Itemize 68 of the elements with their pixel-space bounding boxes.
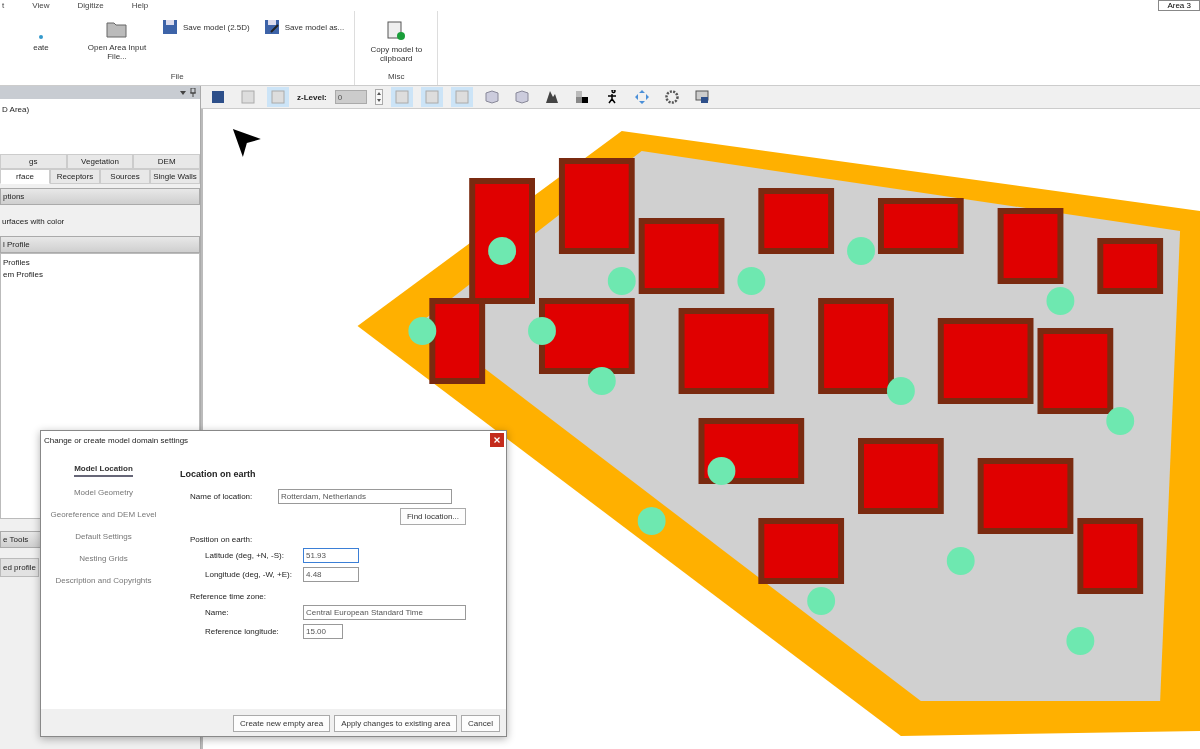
tab[interactable]: ed profile xyxy=(0,558,39,577)
clipboard-icon xyxy=(385,19,408,41)
screen-icon xyxy=(694,90,709,104)
menu-item[interactable]: View xyxy=(32,1,50,10)
ribbon-group: Copy model to clipboard Misc xyxy=(355,11,439,85)
tab[interactable]: Receptors xyxy=(50,169,100,184)
cube-icon xyxy=(514,90,529,104)
dropdown-icon[interactable] xyxy=(180,90,186,95)
dot-icon xyxy=(39,35,43,39)
input-field[interactable]: Rotterdam, Netherlands xyxy=(278,489,452,504)
field-label: Reference longitude: xyxy=(205,627,280,636)
nav-item[interactable]: Default Settings xyxy=(75,531,132,543)
folder-icon xyxy=(106,19,128,39)
section-header[interactable]: l Profile xyxy=(0,236,200,253)
tab[interactable]: Vegetation xyxy=(66,154,134,169)
gear-icon xyxy=(664,90,679,104)
ribbon-button[interactable]: Copy model to clipboard xyxy=(363,17,430,72)
group-label: Position on earth: xyxy=(189,535,254,544)
ribbon-button[interactable]: Open Area Input File... xyxy=(84,17,150,72)
nav-item[interactable]: Georeference and DEM Level xyxy=(50,509,157,521)
field-label: Name: xyxy=(205,608,230,617)
tab[interactable]: Single Walls xyxy=(150,169,200,184)
input-field[interactable]: Central European Standard Time xyxy=(303,605,466,620)
spin-button[interactable] xyxy=(374,89,383,105)
tab[interactable]: DEM xyxy=(133,154,200,169)
list-item[interactable]: Profiles xyxy=(3,257,197,269)
field-label: Latitude (deg, +N, -S): xyxy=(205,551,285,560)
move-icon xyxy=(634,90,649,104)
nav-item[interactable]: Model Location xyxy=(74,463,133,477)
close-button[interactable] xyxy=(490,433,504,447)
group-label: Reference time zone: xyxy=(189,592,268,601)
input-field[interactable]: 15.00 xyxy=(303,624,343,639)
z-level-label: z-Level: xyxy=(297,92,327,102)
terrain-icon xyxy=(544,90,559,104)
ribbon-button[interactable]: Save model (2.5D) xyxy=(160,17,252,37)
dialog-title: Change or create model domain settings xyxy=(44,435,189,445)
tab[interactable]: rface xyxy=(0,169,50,184)
ribbon-button[interactable]: Save model as... xyxy=(261,17,347,37)
dialog-button[interactable]: Cancel xyxy=(461,715,500,732)
find-location-button[interactable]: Find location... xyxy=(399,508,466,525)
list-item[interactable]: em Profiles xyxy=(3,269,197,281)
section-heading: Location on earth xyxy=(180,469,257,479)
area-title: D Area) xyxy=(0,99,200,154)
nav-item[interactable]: Nesting Grids xyxy=(79,553,128,565)
input-field[interactable]: 51.93 xyxy=(303,548,359,563)
field-label: Name of location: xyxy=(190,492,254,501)
input-field[interactable]: 4.48 xyxy=(303,567,359,582)
area-button[interactable]: Area 3 xyxy=(1158,0,1200,11)
nav-item[interactable]: Description and Copyrights xyxy=(55,575,152,587)
option-label: urfaces with color xyxy=(1,216,66,228)
pin-icon[interactable] xyxy=(190,88,196,97)
ribbon-group: eate Open Area Input File... Save model (2.5D) Save model as... File xyxy=(0,11,356,85)
menu-item[interactable]: t xyxy=(2,1,5,10)
menu-item[interactable]: Help xyxy=(131,1,149,10)
tab[interactable]: Sources xyxy=(100,169,150,184)
swap-icon xyxy=(574,90,589,104)
nav-item[interactable]: Model Geometry xyxy=(73,487,134,499)
section-header[interactable]: ptions xyxy=(0,188,200,205)
save-as-icon xyxy=(263,19,280,35)
grid-icon xyxy=(211,90,225,104)
field-label: Longitude (deg, -W, +E): xyxy=(205,570,293,579)
menu-item[interactable]: Digitize xyxy=(77,1,104,10)
dialog-button[interactable]: Apply changes to existing area xyxy=(334,715,458,732)
tab[interactable]: gs xyxy=(0,154,67,169)
ribbon-button[interactable]: eate xyxy=(8,17,74,72)
dialog-button[interactable]: Create new empty area xyxy=(232,715,331,732)
save-icon xyxy=(162,19,178,35)
cube-icon xyxy=(484,90,499,104)
